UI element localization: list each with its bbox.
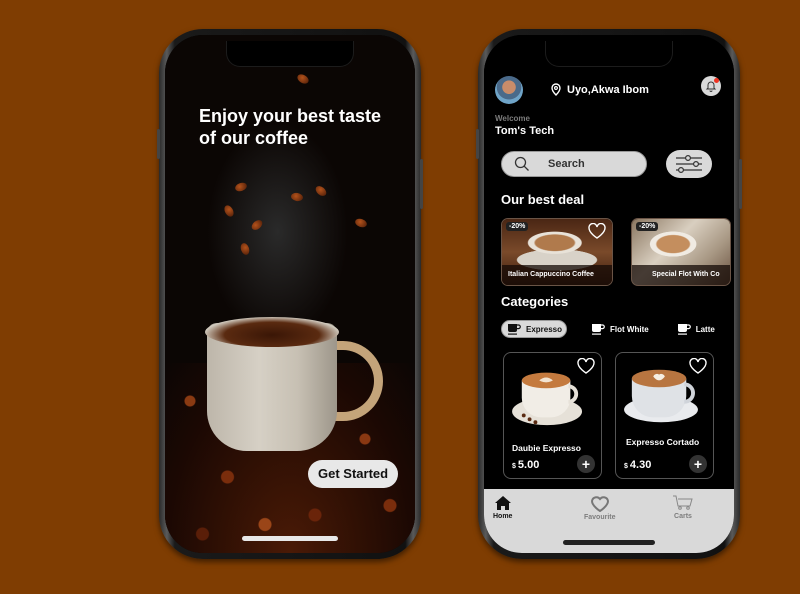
search-placeholder: Search bbox=[548, 158, 585, 170]
phone-home: Uyo,Akwa Ibom Welcome Tom's Tech Search bbox=[476, 29, 742, 559]
coffee-bean bbox=[295, 72, 311, 86]
screen: Enjoy your best taste of our coffee Get … bbox=[165, 35, 415, 553]
home-icon bbox=[494, 496, 511, 510]
coffee-bean bbox=[233, 181, 249, 193]
product-name: Daubie Expresso bbox=[512, 443, 581, 453]
nav-favourite[interactable]: Favourite bbox=[584, 495, 616, 521]
product-name: Expresso Cortado bbox=[626, 437, 700, 447]
coffee-bean bbox=[249, 218, 265, 232]
notification-dot bbox=[714, 78, 719, 83]
avatar[interactable] bbox=[495, 76, 523, 104]
welcome-label: Welcome bbox=[495, 114, 530, 123]
discount-badge: -20% bbox=[506, 222, 529, 231]
cup-icon bbox=[508, 324, 521, 335]
nav-label: Home bbox=[493, 513, 513, 520]
notch bbox=[545, 41, 673, 67]
filter-button[interactable] bbox=[666, 150, 712, 178]
notch bbox=[226, 41, 354, 67]
bottom-nav: Home Favourite Carts bbox=[484, 489, 734, 553]
category-flot-white[interactable]: Flot White bbox=[587, 320, 653, 338]
splash-title: Enjoy your best taste of our coffee bbox=[199, 106, 382, 148]
product-price: $4.30 bbox=[624, 459, 652, 471]
heart-icon[interactable] bbox=[689, 358, 707, 374]
home-screen: Uyo,Akwa Ibom Welcome Tom's Tech Search bbox=[484, 35, 734, 553]
product-card[interactable]: Daubie Expresso $5.00 + bbox=[503, 352, 602, 479]
nav-label: Carts bbox=[674, 513, 692, 520]
category-label: Latte bbox=[695, 324, 715, 334]
add-to-cart-button[interactable]: + bbox=[577, 455, 595, 473]
coffee-bean bbox=[239, 241, 251, 257]
coffee-bean bbox=[290, 192, 304, 202]
add-to-cart-button[interactable]: + bbox=[689, 455, 707, 473]
power-button bbox=[420, 159, 423, 209]
notification-button[interactable] bbox=[701, 76, 721, 96]
coffee-bean bbox=[222, 203, 236, 219]
power-button bbox=[739, 159, 742, 209]
deal-title: Italian Cappuccino Coffee bbox=[502, 265, 612, 285]
user-name: Tom's Tech bbox=[495, 125, 555, 137]
product-card[interactable]: Expresso Cortado $4.30 + bbox=[615, 352, 714, 479]
phone-splash: Enjoy your best taste of our coffee Get … bbox=[157, 29, 423, 559]
cup-icon bbox=[677, 324, 691, 335]
volume-button bbox=[157, 129, 160, 159]
categories-title: Categories bbox=[501, 294, 569, 309]
cup-rim bbox=[205, 317, 339, 347]
nav-home[interactable]: Home bbox=[493, 495, 512, 520]
category-tabs: Expresso Flot White Latte bbox=[501, 320, 719, 338]
category-expresso[interactable]: Expresso bbox=[501, 320, 568, 338]
location-label: Uyo,Akwa Ibom bbox=[567, 83, 649, 96]
home-indicator bbox=[563, 540, 655, 545]
heart-icon bbox=[590, 496, 609, 512]
heart-icon[interactable] bbox=[588, 223, 606, 239]
cart-icon bbox=[673, 495, 693, 510]
deal-card[interactable]: -20% Special Flot With Co bbox=[631, 218, 731, 286]
location[interactable]: Uyo,Akwa Ibom bbox=[551, 83, 649, 96]
category-label: Flot White bbox=[610, 324, 649, 334]
deal-title: Special Flot With Co bbox=[632, 265, 730, 285]
coffee-bean bbox=[353, 217, 369, 229]
category-latte[interactable]: Latte bbox=[673, 320, 719, 338]
volume-button bbox=[476, 129, 479, 159]
search-icon bbox=[514, 156, 529, 171]
location-pin-icon bbox=[551, 83, 561, 96]
best-deal-title: Our best deal bbox=[501, 192, 585, 207]
cup-icon bbox=[592, 324, 605, 335]
sliders-icon bbox=[676, 154, 702, 174]
search-input[interactable]: Search bbox=[501, 151, 647, 177]
coffee-bean bbox=[313, 184, 329, 198]
deal-card[interactable]: -20% Italian Cappuccino Coffee bbox=[501, 218, 613, 286]
nav-label: Favourite bbox=[584, 514, 616, 521]
product-price: $5.00 bbox=[512, 459, 540, 471]
home-indicator bbox=[242, 536, 338, 541]
nav-carts[interactable]: Carts bbox=[672, 495, 694, 520]
get-started-button[interactable]: Get Started bbox=[308, 460, 399, 488]
category-label: Expresso bbox=[526, 324, 563, 334]
discount-badge: -20% bbox=[636, 222, 659, 231]
screen: Uyo,Akwa Ibom Welcome Tom's Tech Search bbox=[484, 35, 734, 553]
heart-icon[interactable] bbox=[577, 358, 595, 374]
